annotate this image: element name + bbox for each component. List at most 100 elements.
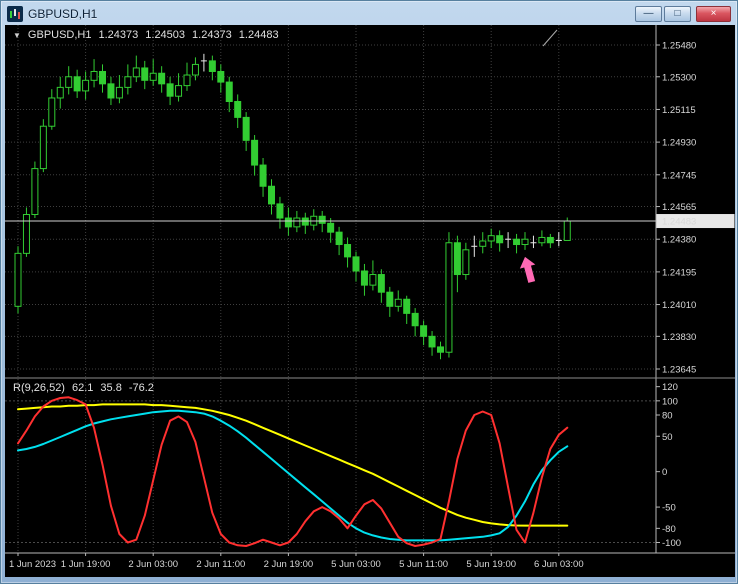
candle-body: [318, 215, 326, 224]
candle-body: [82, 79, 90, 92]
indicator-tick-label: -80: [662, 524, 676, 535]
candle-body: [411, 312, 419, 327]
candle-body: [293, 217, 301, 228]
candle-body: [107, 83, 115, 99]
price-tick-label: 1.24010: [662, 300, 696, 311]
time-tick-label: 2 Jun 03:00: [128, 559, 178, 570]
candle-body: [360, 270, 368, 286]
candle-body: [31, 168, 39, 216]
candle-body: [369, 274, 377, 286]
candle-body: [132, 67, 140, 78]
indicator-tick-label: 120: [662, 382, 678, 393]
candle-body: [284, 217, 292, 228]
time-tick-label: 5 Jun 11:00: [399, 559, 448, 570]
indicator-tick-label: -100: [662, 538, 681, 549]
candle-body: [496, 235, 504, 244]
candle-body: [563, 220, 571, 241]
candle-body: [217, 70, 225, 83]
titlebar[interactable]: GBPUSD,H1 — □ ×: [2, 2, 736, 25]
candle-body: [39, 125, 47, 170]
time-tick-label: 2 Jun 11:00: [196, 559, 245, 570]
price-tick-label: 1.24565: [662, 202, 696, 213]
candle-body: [327, 222, 335, 233]
candle-body: [276, 203, 284, 219]
chart-window: GBPUSD,H1 — □ × 1.25480 1.25300 1.25115 1.2…: [0, 0, 738, 584]
minimize-button[interactable]: —: [635, 5, 662, 22]
candle-body: [268, 185, 275, 205]
candle-body: [234, 101, 242, 118]
candle-body: [403, 298, 411, 314]
close-button[interactable]: ×: [696, 5, 731, 22]
window-controls: — □ ×: [635, 5, 731, 22]
candle-body: [56, 86, 64, 99]
candle-body: [141, 67, 149, 81]
candle-body: [344, 244, 352, 258]
chart-background: [5, 25, 735, 577]
maximize-button[interactable]: □: [664, 5, 691, 22]
app-icon[interactable]: [7, 5, 23, 22]
candle-body: [445, 242, 453, 353]
candle-body: [386, 291, 394, 307]
candle-body: [14, 252, 22, 307]
candle-body: [22, 214, 30, 254]
price-tick-label: 1.25300: [662, 72, 696, 83]
candle-body: [225, 81, 233, 103]
candle-body: [73, 76, 81, 92]
candle-body: [259, 164, 267, 187]
indicator-tick-label: 50: [662, 432, 673, 443]
candle-body: [124, 76, 132, 88]
candle-body: [183, 74, 191, 87]
bid-price-tag-text: 1.24483: [662, 217, 696, 228]
candle-body: [437, 346, 444, 353]
candle-body: [479, 240, 487, 247]
candle-body: [99, 70, 106, 85]
price-tick-label: 1.23830: [662, 332, 696, 343]
time-tick-label: 5 Jun 03:00: [331, 559, 381, 570]
price-tick-label: 1.24930: [662, 138, 696, 149]
time-tick-label: 5 Jun 19:00: [466, 559, 516, 570]
candle-body: [462, 249, 470, 276]
candle-body: [149, 72, 157, 81]
candle-body: [420, 325, 428, 337]
time-tick-label: 1 Jun 2023: [9, 559, 56, 570]
candle-body: [158, 72, 166, 85]
candle-body: [301, 217, 309, 226]
candle-body: [453, 242, 461, 276]
candle-body: [521, 238, 529, 246]
time-tick-label: 6 Jun 03:00: [534, 559, 584, 570]
candle-body: [166, 83, 174, 97]
candle-body: [175, 85, 183, 97]
indicator-tick-label: 100: [662, 396, 678, 407]
candle-body: [65, 76, 73, 88]
window-title: GBPUSD,H1: [28, 6, 98, 21]
price-tick-label: 1.25480: [662, 41, 696, 52]
chart-canvas[interactable]: 1.25480 1.25300 1.25115 1.24930 1.24745 1.245…: [5, 25, 735, 577]
candle-body: [513, 238, 521, 246]
candle-body: [428, 335, 436, 348]
price-tick-label: 1.23645: [662, 365, 696, 376]
candle-body: [242, 116, 250, 141]
price-tick-label: 1.24380: [662, 235, 696, 246]
candle-body: [208, 60, 216, 72]
indicator-tick-label: -50: [662, 503, 676, 514]
candle-body: [377, 274, 385, 293]
candle-body: [352, 256, 360, 272]
candle-body: [90, 70, 98, 81]
candle-body: [546, 236, 554, 244]
price-tick-label: 1.24745: [662, 170, 696, 181]
time-tick-label: 1 Jun 19:00: [61, 559, 111, 570]
candle-body: [538, 236, 546, 244]
time-tick-label: 2 Jun 19:00: [264, 559, 314, 570]
candle-body: [115, 86, 123, 99]
candle-body: [48, 97, 56, 127]
candle-body: [251, 139, 259, 166]
candle-body: [191, 63, 199, 76]
price-tick-label: 1.24195: [662, 267, 696, 278]
candle-body: [487, 235, 495, 242]
candle-body: [394, 298, 402, 307]
indicator-tick-label: 0: [662, 467, 667, 478]
chart-area[interactable]: 1.25480 1.25300 1.25115 1.24930 1.24745 1.245…: [5, 25, 735, 577]
price-tick-label: 1.25115: [662, 105, 696, 116]
indicator-tick-label: 80: [662, 411, 673, 422]
candle-body: [335, 231, 343, 246]
